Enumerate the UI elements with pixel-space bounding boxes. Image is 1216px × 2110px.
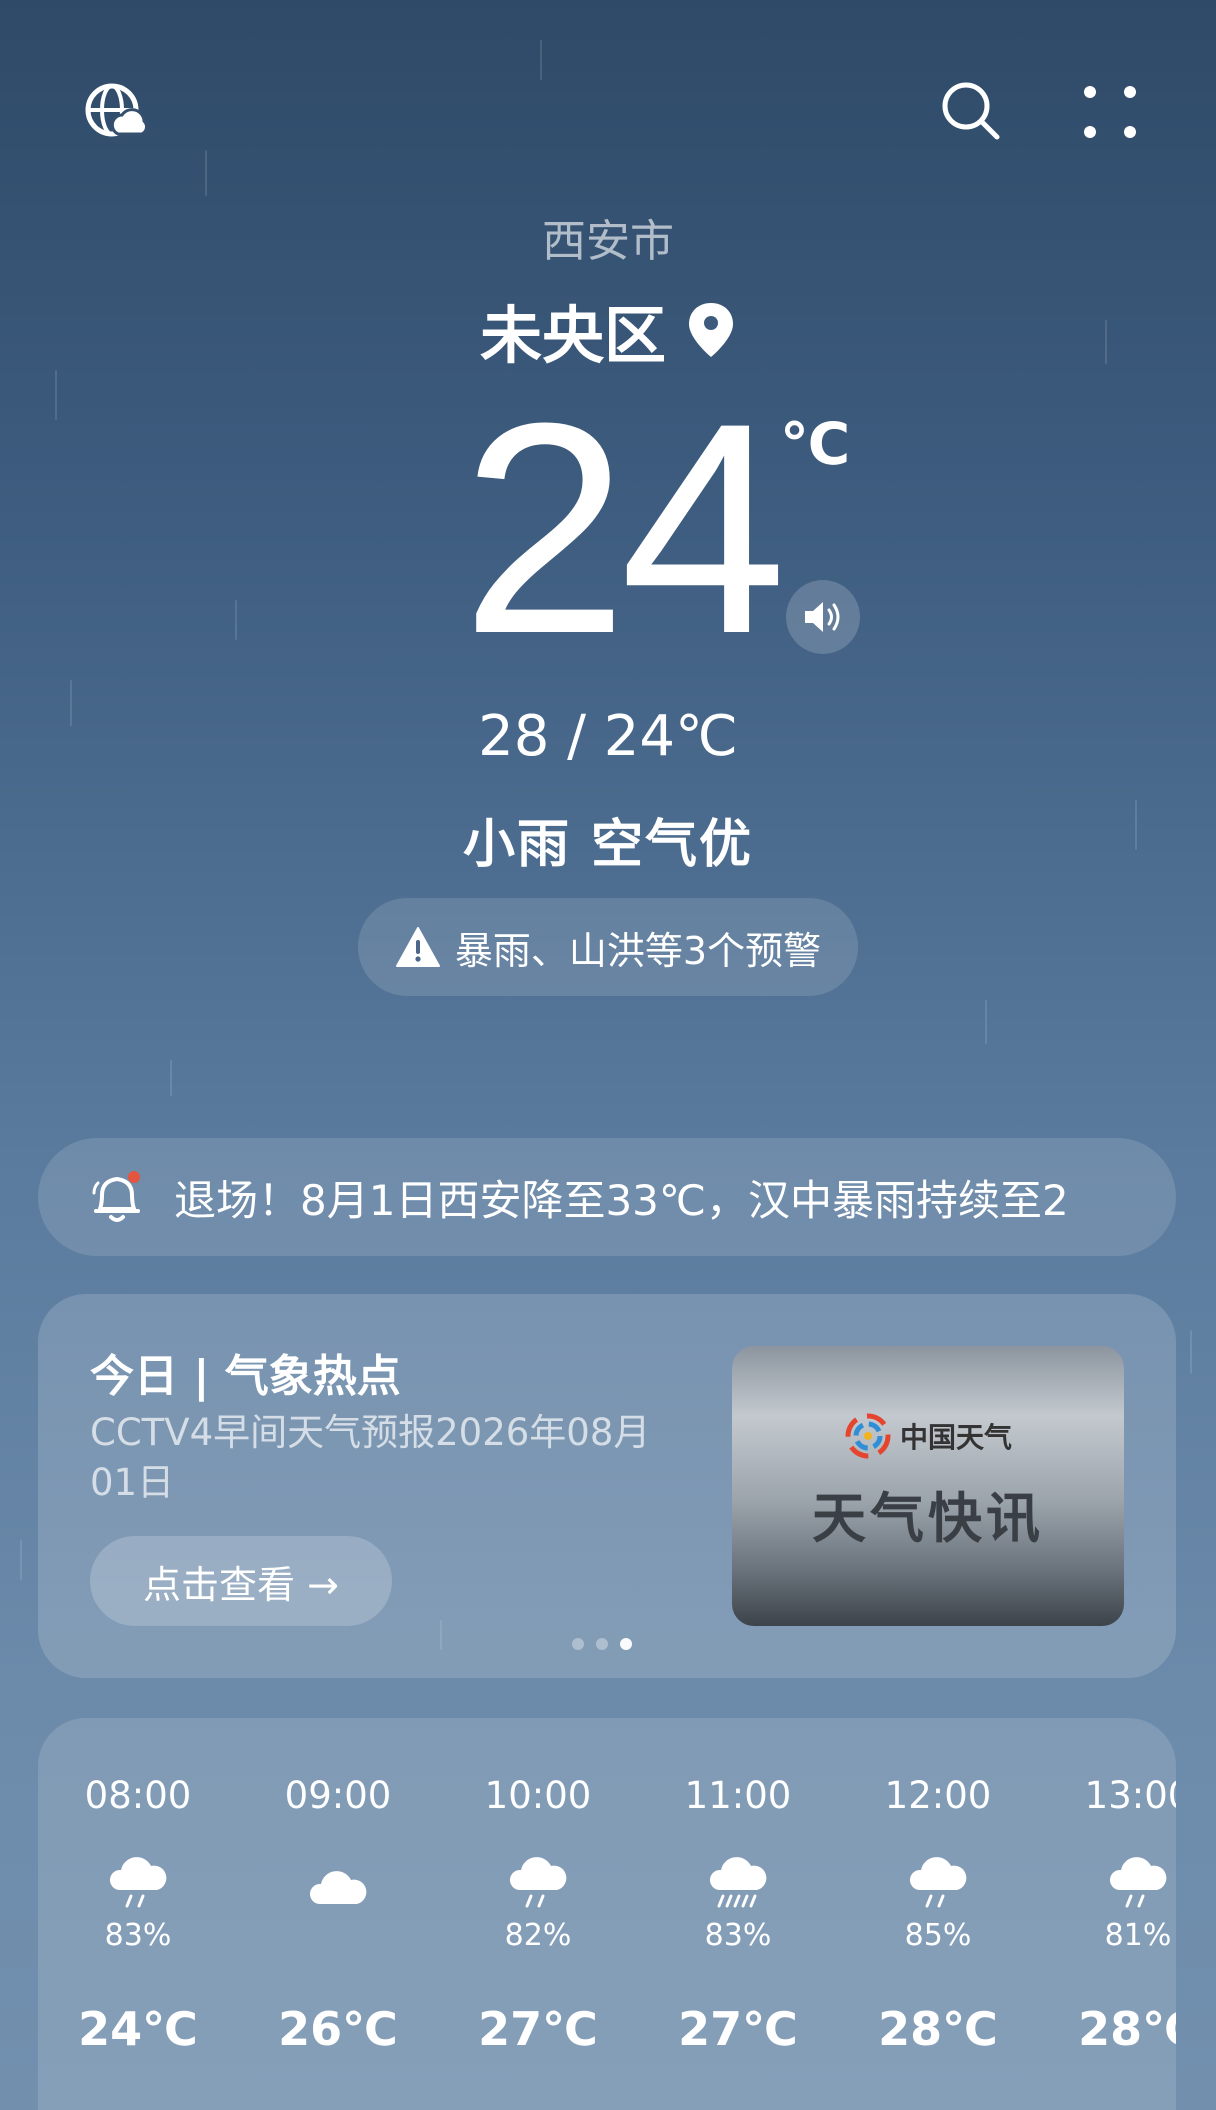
precip-chance: 81% (1104, 1918, 1172, 1953)
carousel-dot (572, 1638, 584, 1650)
temperature-unit: ℃ (780, 410, 851, 478)
temperature-range: 28 / 24℃ (478, 704, 738, 769)
hour-time: 13:00 (1084, 1774, 1176, 1817)
notification-bell-icon (92, 1171, 140, 1222)
weather-alert-button[interactable]: 暴雨、山洪等3个预警 (358, 898, 858, 996)
cloudy-icon (305, 1850, 371, 1910)
hour-temperature: 28℃ (878, 2002, 998, 2056)
location-pin-icon (689, 303, 733, 357)
thumbnail-brand-name: 中国天气 (899, 1421, 1012, 1454)
moderate-rain-icon (705, 1850, 771, 1910)
light-rain-icon (105, 1850, 171, 1910)
hour-temperature: 26℃ (278, 2002, 398, 2056)
hour-temperature: 28℃ (1078, 2002, 1176, 2056)
china-weather-logo-icon (845, 1413, 891, 1459)
thumbnail-headline: 天气快讯 (812, 1487, 1044, 1550)
thumbnail-brand: 中国天气 (732, 1412, 1124, 1460)
view-button[interactable]: 点击查看 → (90, 1536, 392, 1626)
news-ticker[interactable]: 退场！8月1日西安降至33℃，汉中暴雨持续至2 (38, 1138, 1176, 1256)
light-rain-icon (505, 1850, 571, 1910)
world-weather-icon[interactable] (82, 80, 148, 146)
hour-temperature: 27℃ (678, 2002, 798, 2056)
voice-broadcast-button[interactable] (786, 580, 860, 654)
hour-time: 11:00 (684, 1774, 792, 1817)
hourly-forecast[interactable]: 08:00 83% 24℃ 09:00 26℃ 10:00 82% 27℃ 11:00 83% 27… (38, 1718, 1176, 2110)
card-title: 今日 | 气象热点 (90, 1351, 401, 1402)
light-rain-icon (905, 1850, 971, 1910)
hour-time: 09:00 (284, 1774, 392, 1817)
hour-temperature: 24℃ (78, 2002, 198, 2056)
weather-hotspot-card[interactable]: 今日 | 气象热点 CCTV4早间天气预报2026年08月01日 点击查看 → … (38, 1294, 1176, 1678)
news-thumbnail[interactable]: 中国天气 天气快讯 (732, 1346, 1124, 1626)
hour-temperature: 27℃ (478, 2002, 598, 2056)
precip-chance: 83% (104, 1918, 172, 1953)
current-temperature: 24 (461, 360, 787, 696)
news-headline: 退场！8月1日西安降至33℃，汉中暴雨持续至2 (174, 1175, 1069, 1225)
carousel-indicator (572, 1638, 632, 1650)
precip-chance: 82% (504, 1918, 572, 1953)
city-name: 西安市 (542, 216, 674, 267)
precip-chance: 85% (904, 1918, 972, 1953)
alert-text: 暴雨、山洪等3个预警 (454, 928, 822, 973)
card-subtitle: CCTV4早间天气预报2026年08月01日 (90, 1411, 651, 1504)
light-rain-icon (1105, 1850, 1171, 1910)
speaker-icon (805, 602, 840, 632)
more-options-icon[interactable] (1082, 84, 1138, 140)
carousel-dot-active (620, 1638, 632, 1650)
condition-text: 小雨 空气优 (462, 815, 754, 875)
precip-chance: 83% (704, 1918, 772, 1953)
hour-time: 12:00 (884, 1774, 992, 1817)
search-icon[interactable] (940, 80, 1002, 142)
hour-time: 10:00 (484, 1774, 592, 1817)
warning-icon (395, 927, 440, 967)
carousel-dot (596, 1638, 608, 1650)
hour-time: 08:00 (84, 1774, 192, 1817)
top-bar (0, 0, 1216, 220)
